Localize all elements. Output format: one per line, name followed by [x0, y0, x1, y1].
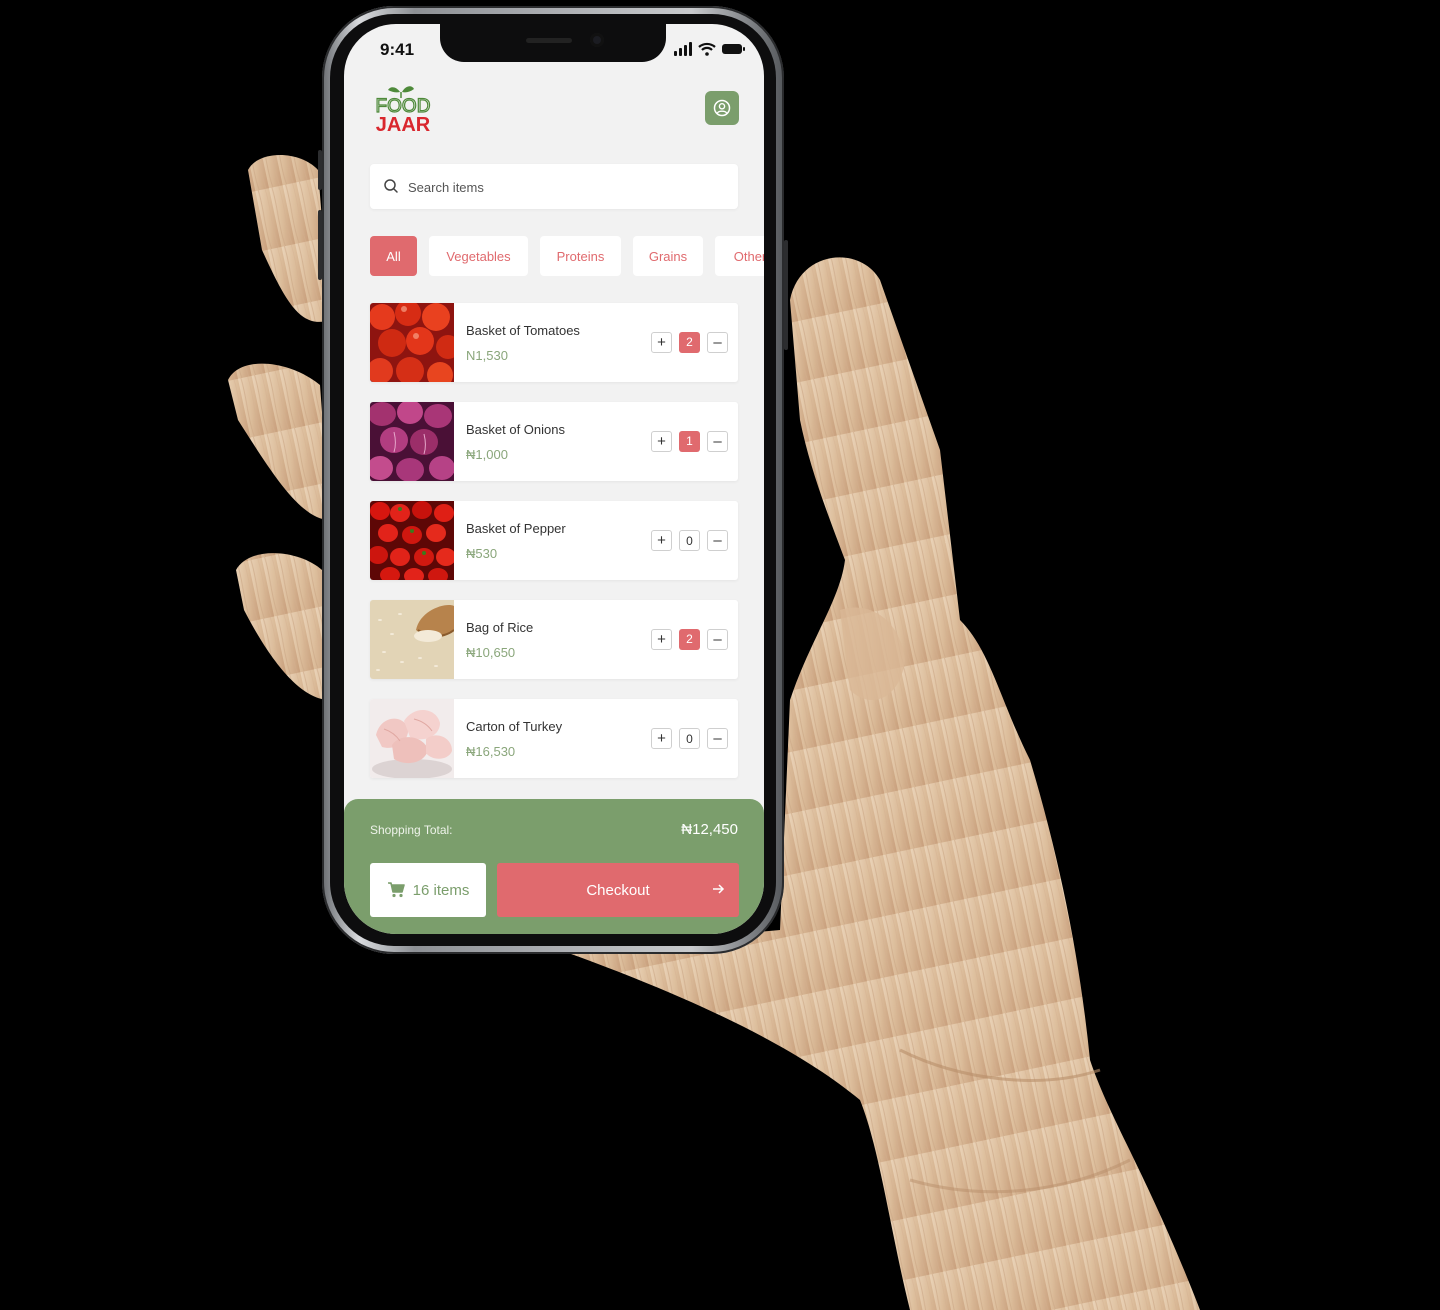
- search-bar: [370, 164, 738, 209]
- shopping-total-label: Shopping Total:: [370, 823, 453, 837]
- tomatoes-image: [370, 303, 454, 382]
- signal-icon: [674, 42, 692, 56]
- turkey-image: [370, 699, 454, 778]
- product-name: Basket of Onions: [466, 422, 565, 437]
- increase-button[interactable]: +: [651, 332, 672, 353]
- product-price: ₦1,000: [466, 447, 508, 462]
- search-icon: [384, 179, 398, 193]
- tab-proteins[interactable]: Proteins: [540, 236, 621, 276]
- cart-items-button[interactable]: 16 items: [370, 863, 486, 917]
- product-price: ₦530: [466, 546, 498, 561]
- checkout-button[interactable]: Checkout: [497, 863, 739, 917]
- quantity-value: 2: [679, 629, 700, 650]
- quantity-stepper: + 0 –: [651, 728, 728, 750]
- product-price: ₦16,530: [466, 744, 516, 759]
- decrease-button[interactable]: –: [707, 332, 728, 353]
- rice-image: [370, 600, 454, 679]
- product-name: Carton of Turkey: [466, 719, 563, 734]
- phone-side-button: [318, 210, 322, 280]
- tab-all[interactable]: All: [370, 236, 417, 276]
- quantity-value: 1: [679, 431, 700, 452]
- checkout-label: Checkout: [586, 881, 650, 899]
- arrow-right-icon: [713, 884, 725, 894]
- foodjaar-logo: FOOD JAAR: [375, 86, 431, 134]
- profile-button[interactable]: [705, 91, 739, 125]
- product-card: Basket of Pepper ₦530 + 0 –: [370, 501, 738, 580]
- increase-button[interactable]: +: [651, 629, 672, 650]
- product-name: Basket of Tomatoes: [466, 323, 580, 338]
- product-name: Basket of Pepper: [466, 521, 566, 536]
- phone-side-button: [318, 150, 322, 190]
- quantity-value: 0: [679, 530, 700, 551]
- product-card: Basket of Tomatoes N1,530 + 2 –: [370, 303, 738, 382]
- wifi-icon: [698, 42, 716, 56]
- cart-footer: Shopping Total: ₦12,450 16 items Checkou…: [344, 799, 764, 934]
- search-input[interactable]: [406, 174, 710, 200]
- decrease-button[interactable]: –: [707, 629, 728, 650]
- product-name: Bag of Rice: [466, 620, 534, 635]
- tab-vegetables[interactable]: Vegetables: [429, 236, 528, 276]
- decrease-button[interactable]: –: [707, 530, 728, 551]
- product-card: Bag of Rice ₦10,650 + 2 –: [370, 600, 738, 679]
- tab-other[interactable]: Other: [715, 236, 764, 276]
- front-camera: [590, 33, 604, 47]
- increase-button[interactable]: +: [651, 530, 672, 551]
- quantity-stepper: + 1 –: [651, 431, 728, 453]
- user-icon: [713, 99, 731, 117]
- status-time: 9:41: [380, 40, 415, 59]
- increase-button[interactable]: +: [651, 431, 672, 452]
- tab-grains[interactable]: Grains: [633, 236, 703, 276]
- phone-notch: [440, 24, 666, 62]
- quantity-stepper: + 2 –: [651, 332, 728, 354]
- app-screen: 9:41 FOOD JAAR Search items All Vegetabl…: [344, 24, 764, 934]
- product-price: ₦10,650: [466, 645, 516, 660]
- phone-side-button: [784, 240, 788, 350]
- cart-items-label: 16 items: [412, 881, 470, 899]
- speaker-grille: [526, 38, 572, 43]
- shopping-total-value: ₦12,450: [681, 821, 738, 838]
- quantity-value: 2: [679, 332, 700, 353]
- pepper-image: [370, 501, 454, 580]
- decrease-button[interactable]: –: [707, 728, 728, 749]
- quantity-stepper: + 0 –: [651, 530, 728, 552]
- product-price: N1,530: [466, 348, 508, 363]
- increase-button[interactable]: +: [651, 728, 672, 749]
- category-tabs: All Vegetables Proteins Grains Other: [370, 236, 764, 276]
- svg-text:JAAR: JAAR: [376, 114, 431, 134]
- quantity-value: 0: [679, 728, 700, 749]
- product-card: Basket of Onions ₦1,000 + 1 –: [370, 402, 738, 481]
- quantity-stepper: + 2 –: [651, 629, 728, 651]
- decrease-button[interactable]: –: [707, 431, 728, 452]
- status-icons: [674, 42, 745, 56]
- battery-icon: [722, 44, 745, 54]
- product-card: Carton of Turkey ₦16,530 + 0 –: [370, 699, 738, 778]
- cart-icon: [387, 882, 405, 898]
- onions-image: [370, 402, 454, 481]
